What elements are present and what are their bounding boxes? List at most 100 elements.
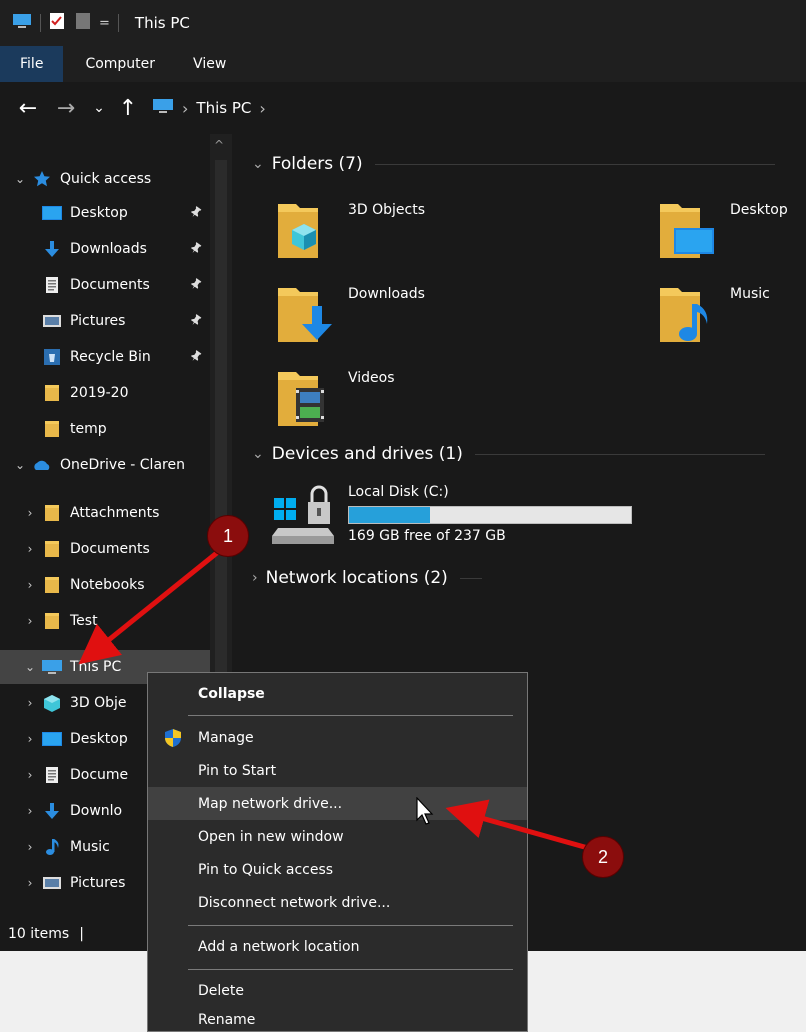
chevron-right-icon[interactable]: › xyxy=(20,804,40,818)
chevron-right-icon[interactable]: › xyxy=(259,99,265,118)
title-divider-2 xyxy=(117,14,119,32)
sidebar-item-label: Notebooks xyxy=(70,577,145,593)
sidebar-item-label: Downloads xyxy=(70,241,147,257)
folder-label: Music xyxy=(730,286,770,302)
sidebar-item-label: Attachments xyxy=(70,505,160,521)
chevron-right-icon[interactable]: › xyxy=(20,768,40,782)
chevron-right-icon[interactable]: › xyxy=(20,542,40,556)
chevron-right-icon[interactable]: › xyxy=(20,876,40,890)
properties-icon[interactable] xyxy=(49,12,65,34)
menu-item-pin-to-start[interactable]: Pin to Start xyxy=(148,754,527,787)
downloads-folder-icon xyxy=(276,282,334,344)
this-pc-icon xyxy=(152,98,174,118)
menu-item-pin-quick-access[interactable]: Pin to Quick access xyxy=(148,853,527,886)
download-icon xyxy=(40,239,64,259)
chevron-down-icon[interactable]: ⌄ xyxy=(252,156,264,172)
folder-icon xyxy=(40,539,64,559)
sidebar-item-temp[interactable]: temp xyxy=(0,412,210,446)
chevron-right-icon[interactable]: › xyxy=(20,732,40,746)
chevron-right-icon[interactable]: › xyxy=(182,99,188,118)
sidebar-item-pictures[interactable]: Pictures xyxy=(0,304,210,338)
document-icon xyxy=(40,765,64,785)
menu-item-disconnect-network-drive[interactable]: Disconnect network drive... xyxy=(148,886,527,919)
folder-tile-music[interactable]: Music xyxy=(658,282,770,344)
item-count: 10 items xyxy=(8,925,70,942)
chevron-right-icon[interactable]: › xyxy=(20,696,40,710)
drive-free-space: 169 GB free of 237 GB xyxy=(348,528,506,544)
chevron-right-icon[interactable]: › xyxy=(20,578,40,592)
folder-tile-downloads[interactable]: Downloads xyxy=(276,282,425,344)
3d-objects-icon xyxy=(40,693,64,713)
chevron-down-icon[interactable]: ⌄ xyxy=(252,446,264,462)
menu-item-map-network-drive[interactable]: Map network drive... xyxy=(148,787,527,820)
sidebar-item-quick-access[interactable]: ⌄ Quick access xyxy=(0,162,210,196)
music-icon xyxy=(40,837,64,857)
drive-tile-local-disk[interactable]: Local Disk (C:) 169 GB free of 237 GB xyxy=(272,484,632,550)
chevron-right-icon[interactable]: › xyxy=(20,840,40,854)
group-network[interactable]: › Network locations (2) xyxy=(252,568,482,588)
menu-item-open-new-window[interactable]: Open in new window xyxy=(148,820,527,853)
menu-item-collapse[interactable]: Collapse xyxy=(148,677,527,710)
sidebar-item-label: This PC xyxy=(70,659,122,675)
folder-tile-3d-objects[interactable]: 3D Objects xyxy=(276,198,425,260)
sidebar-item-label: 3D Obje xyxy=(70,695,127,711)
breadcrumb-this-pc[interactable]: This PC xyxy=(196,99,251,117)
ribbon-tabs: File Computer View xyxy=(0,46,806,82)
sidebar-item-documents[interactable]: Documents xyxy=(0,268,210,302)
chevron-down-icon[interactable]: ⌄ xyxy=(20,660,40,674)
folder-tile-desktop[interactable]: Desktop xyxy=(658,198,788,260)
sidebar-item-test[interactable]: › Test xyxy=(0,604,210,638)
sidebar-item-desktop[interactable]: Desktop xyxy=(0,196,210,230)
chevron-right-icon[interactable]: › xyxy=(20,506,40,520)
chevron-down-icon[interactable]: ⌄ xyxy=(10,458,30,472)
3d-objects-folder-icon xyxy=(276,198,334,260)
sidebar-item-onedrive-claren[interactable]: ⌄ OneDrive - Claren xyxy=(0,448,210,482)
up-button[interactable]: ↑ xyxy=(114,96,142,121)
recycle-bin-icon xyxy=(40,347,64,367)
group-devices[interactable]: ⌄ Devices and drives (1) xyxy=(252,444,765,464)
sidebar-item-label: Docume xyxy=(70,767,129,783)
menu-item-rename[interactable]: Rename xyxy=(148,1007,527,1032)
menu-item-add-network-location[interactable]: Add a network location xyxy=(148,930,527,963)
drive-usage-fill xyxy=(349,507,430,523)
menu-item-delete[interactable]: Delete xyxy=(148,974,527,1007)
sidebar-item-downloads[interactable]: Downloads xyxy=(0,232,210,266)
this-pc-icon xyxy=(12,13,32,33)
scroll-up-icon[interactable]: ^ xyxy=(214,138,224,152)
chevron-right-icon[interactable]: › xyxy=(20,614,40,628)
group-devices-label: Devices and drives (1) xyxy=(271,444,463,464)
breadcrumb[interactable]: › This PC › xyxy=(152,98,274,118)
group-folders[interactable]: ⌄ Folders (7) xyxy=(252,154,775,174)
sidebar-item-recycle-bin[interactable]: Recycle Bin xyxy=(0,340,210,374)
tab-view[interactable]: View xyxy=(177,46,242,82)
folder-icon xyxy=(40,575,64,595)
menu-item-manage[interactable]: Manage xyxy=(148,721,527,754)
onedrive-icon xyxy=(30,455,54,475)
folder-icon xyxy=(40,503,64,523)
sidebar-item-notebooks[interactable]: › Notebooks xyxy=(0,568,210,602)
sidebar-item-label: Desktop xyxy=(70,205,128,221)
forward-button[interactable]: → xyxy=(52,96,80,121)
customize-toolbar-icon[interactable]: = xyxy=(99,16,110,31)
menu-separator xyxy=(188,969,513,970)
sidebar-item-attachments[interactable]: › Attachments xyxy=(0,496,210,530)
annotation-badge-2: 2 xyxy=(582,836,624,878)
tab-file[interactable]: File xyxy=(0,46,64,82)
sidebar-item-label: 2019-20 xyxy=(70,385,129,401)
chevron-right-icon[interactable]: › xyxy=(252,570,258,586)
back-button[interactable]: ← xyxy=(14,96,42,121)
folder-tile-videos[interactable]: Videos xyxy=(276,366,395,428)
sidebar-item-documents[interactable]: › Documents xyxy=(0,532,210,566)
folder-icon xyxy=(40,611,64,631)
sidebar-item-2019-20[interactable]: 2019-20 xyxy=(0,376,210,410)
tab-computer[interactable]: Computer xyxy=(63,46,177,82)
recent-locations-button[interactable]: ⌄ xyxy=(88,100,110,116)
drive-usage-bar xyxy=(348,506,632,524)
sidebar-item-label: Recycle Bin xyxy=(70,349,151,365)
folder-label: Desktop xyxy=(730,202,788,218)
sidebar-item-label: Pictures xyxy=(70,875,126,891)
chevron-down-icon[interactable]: ⌄ xyxy=(10,172,30,186)
document-icon xyxy=(40,275,64,295)
folder-icon xyxy=(40,419,64,439)
new-folder-icon[interactable] xyxy=(75,12,91,34)
